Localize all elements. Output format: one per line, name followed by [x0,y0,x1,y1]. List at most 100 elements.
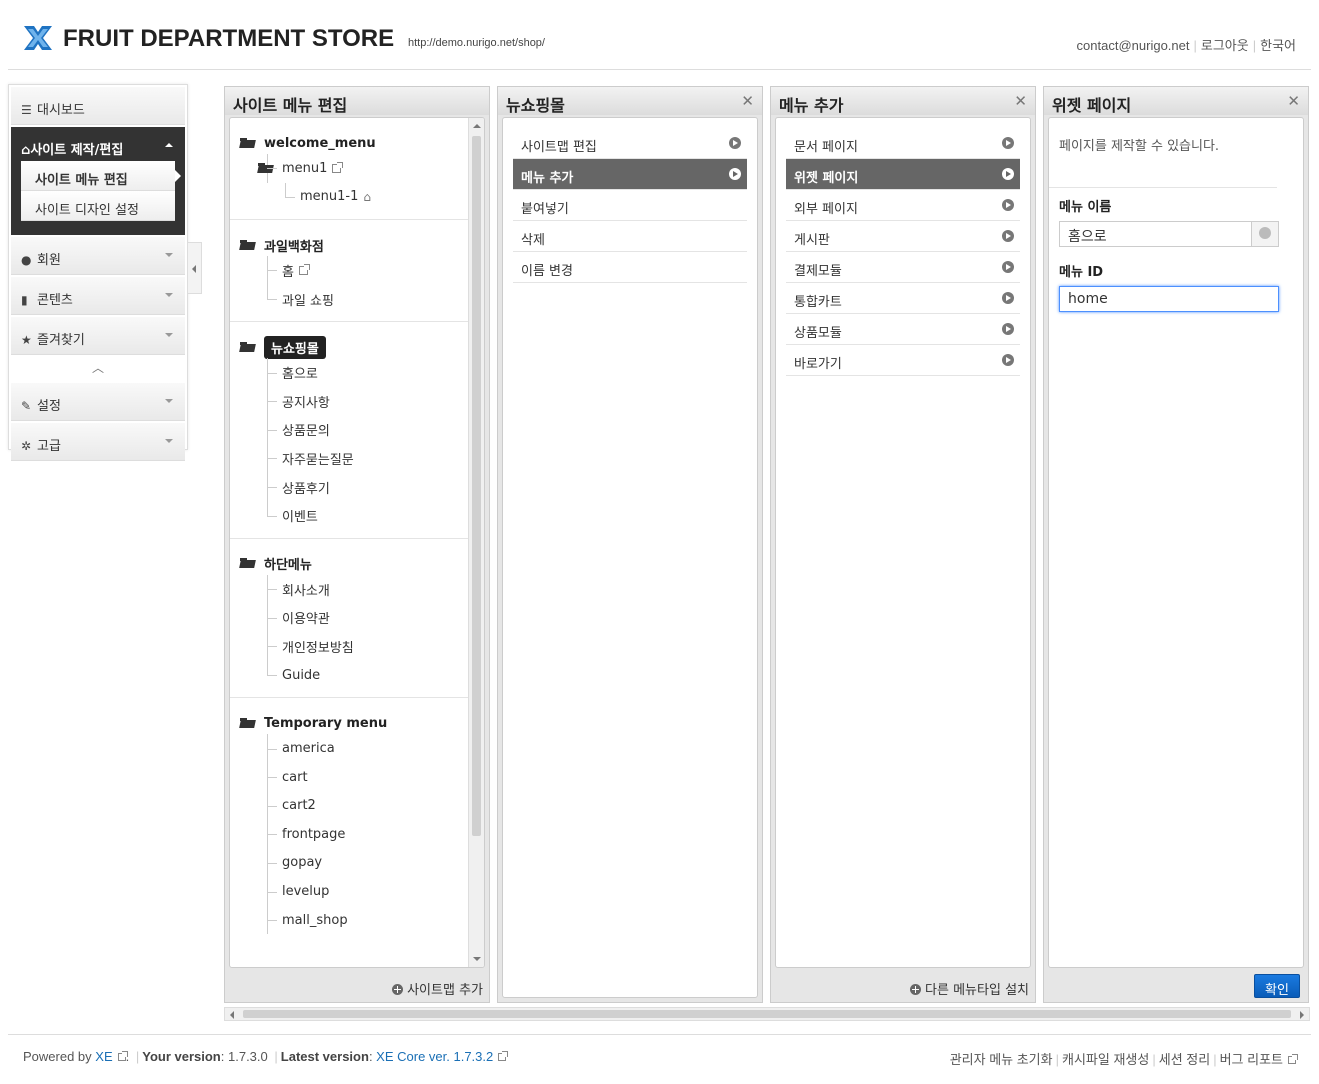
scroll-right-icon[interactable] [1300,1011,1304,1019]
menu-type-item[interactable]: 문서 페이지 [786,128,1020,159]
contact-link[interactable]: contact@nurigo.net [1077,38,1190,53]
scroll-down-icon[interactable] [473,957,481,961]
clear-session-link[interactable]: 세션 정리 [1159,1052,1210,1067]
tree-item[interactable]: levelup [240,877,472,906]
book-icon: ▮ [21,293,28,307]
rename-item[interactable]: 이름 변경 [513,252,747,283]
menu-type-item[interactable]: 바로가기 [786,345,1020,376]
language-link[interactable]: 한국어 [1260,38,1296,53]
globe-icon[interactable] [1251,222,1278,246]
latest-version-label: Latest version [280,1049,369,1064]
panel-add-menu: 메뉴 추가 ✕ 문서 페이지 위젯 페이지 외부 페이지 게시판 결제모듈 통합… [770,86,1036,1003]
wrench-icon: ✎ [21,399,32,413]
tree-root[interactable]: 과일백화점 [240,234,472,256]
tree-item[interactable]: cart2 [240,791,472,821]
sidebar-item-settings[interactable]: ✎ 설정 [11,383,185,421]
tree-item[interactable]: menu1 [240,154,472,183]
menu-type-item[interactable]: 위젯 페이지 [786,159,1020,190]
tree-root[interactable]: 하단메뉴 [240,553,472,575]
menu-type-item[interactable]: 통합카트 [786,283,1020,314]
tree-item[interactable]: 자주묻는질문 [240,444,472,473]
tree-item[interactable]: Guide [240,660,472,690]
menu-type-item[interactable]: 결제모듈 [786,252,1020,283]
scroll-thumb[interactable] [472,136,481,836]
tree-item[interactable]: menu1-1 ⌂ [240,182,472,212]
home-icon: ⌂ [363,189,371,204]
logout-link[interactable]: 로그아웃 [1201,38,1249,53]
tree-item[interactable]: 개인정보방침 [240,632,472,661]
tree-item-label: cart [282,769,308,785]
add-menu-item[interactable]: 메뉴 추가 [513,159,747,190]
close-icon[interactable]: ✕ [1287,92,1300,110]
tree-item[interactable]: frontpage [240,820,472,849]
user-icon: ● [21,253,32,267]
close-icon[interactable]: ✕ [741,92,754,110]
sidebar-item-label: 대시보드 [37,103,85,118]
tree-root[interactable]: 뉴쇼핑몰 [240,335,472,359]
header-links: contact@nurigo.net | 로그아웃 | 한국어 [1076,38,1296,53]
tree-item[interactable]: 이벤트 [240,501,472,530]
tree-item-label: 개인정보방침 [282,640,354,656]
menu-type-item[interactable]: 게시판 [786,221,1020,252]
tree-item[interactable]: 상품후기 [240,472,472,502]
menu-item-label: 결제모듈 [794,264,842,279]
latest-version-link[interactable]: XE Core ver. 1.7.3.2 [376,1049,493,1064]
scroll-left-icon[interactable] [230,1011,234,1019]
close-icon[interactable]: ✕ [1014,92,1027,110]
tree-item[interactable]: 공지사항 [240,386,472,416]
tree-item[interactable]: 회사소개 [240,574,472,604]
tree-item[interactable]: 홈으로 [240,358,472,387]
tree-item[interactable]: 홈 [240,256,472,285]
scroll-up-icon[interactable] [473,124,481,128]
sidebar-subitem-menu-edit[interactable]: 사이트 메뉴 편집 [21,161,181,191]
regenerate-cache-link[interactable]: 캐시파일 재생성 [1062,1052,1149,1067]
tree-item[interactable]: america [240,734,472,763]
site-url[interactable]: http://demo.nurigo.net/shop/ [408,37,545,49]
sidebar-toggle-button[interactable] [188,242,202,294]
sidebar-item-contents[interactable]: ▮ 콘텐츠 [11,277,185,315]
delete-item[interactable]: 삭제 [513,221,747,252]
your-version: 1.7.3.0 [228,1049,268,1064]
tree-item[interactable]: cart [240,762,472,792]
header: FRUIT DEPARTMENT STORE http://demo.nurig… [8,0,1311,70]
arrow-right-icon [1002,261,1014,273]
xe-link[interactable]: XE [95,1049,112,1064]
tree-item[interactable]: 과일 쇼핑 [240,284,472,314]
paste-item[interactable]: 붙여넣기 [513,190,747,221]
tree-item-label: menu1 [282,160,328,176]
site-title[interactable]: FRUIT DEPARTMENT STORE [63,25,394,53]
confirm-button[interactable]: 확인 [1254,974,1300,998]
horizontal-scrollbar[interactable] [224,1007,1310,1021]
tree-root[interactable]: Temporary menu [240,712,472,734]
reset-admin-menu-link[interactable]: 관리자 메뉴 초기화 [950,1052,1053,1067]
menu-name-input[interactable]: 홈으로 [1059,221,1279,247]
sidebar-item-dashboard[interactable]: ☰ 대시보드 [11,87,185,125]
vertical-scrollbar[interactable] [468,118,484,967]
panel-title: 메뉴 추가 [771,87,1035,115]
sidebar-item-member[interactable]: ● 회원 [11,237,185,275]
menu-type-item[interactable]: 외부 페이지 [786,190,1020,221]
sidebar-item-label: 사이트 제작/편집 [30,143,124,158]
sitemap-edit-item[interactable]: 사이트맵 편집 [513,128,747,159]
bug-report-link[interactable]: 버그 리포트 [1220,1052,1283,1067]
sidebar-item-advanced[interactable]: ✲ 고급 [11,423,185,461]
menu-id-input[interactable]: home [1059,286,1279,312]
tree-item[interactable]: 이용약관 [240,603,472,633]
add-sitemap-button[interactable]: 사이트맵 추가 [392,979,483,998]
xe-logo-icon[interactable] [22,22,54,54]
sidebar: ☰ 대시보드 ⌂사이트 제작/편집 사이트 메뉴 편집 사이트 디자인 설정 ● 회… [8,84,188,461]
tree-item[interactable]: mall_shop [240,905,472,935]
folder-open-icon [240,341,256,353]
sidebar-item-favorites[interactable]: ★ 즐겨찾기 [11,317,185,355]
sidebar-subitem-design[interactable]: 사이트 디자인 설정 [21,191,175,221]
external-link-icon [498,1051,509,1061]
menu-item-label: 붙여넣기 [521,202,569,217]
sidebar-item-site-edit[interactable]: ⌂사이트 제작/편집 사이트 메뉴 편집 사이트 디자인 설정 [11,127,185,235]
scroll-thumb[interactable] [243,1010,1291,1018]
tree-root[interactable]: welcome_menu [240,132,472,154]
install-menu-type-button[interactable]: 다른 메뉴타입 설치 [910,979,1029,998]
tree-item[interactable]: 상품문의 [240,415,472,445]
tree-item[interactable]: gopay [240,848,472,878]
menu-type-item[interactable]: 상품모듈 [786,314,1020,345]
collapse-button[interactable]: ︿ [11,355,185,381]
